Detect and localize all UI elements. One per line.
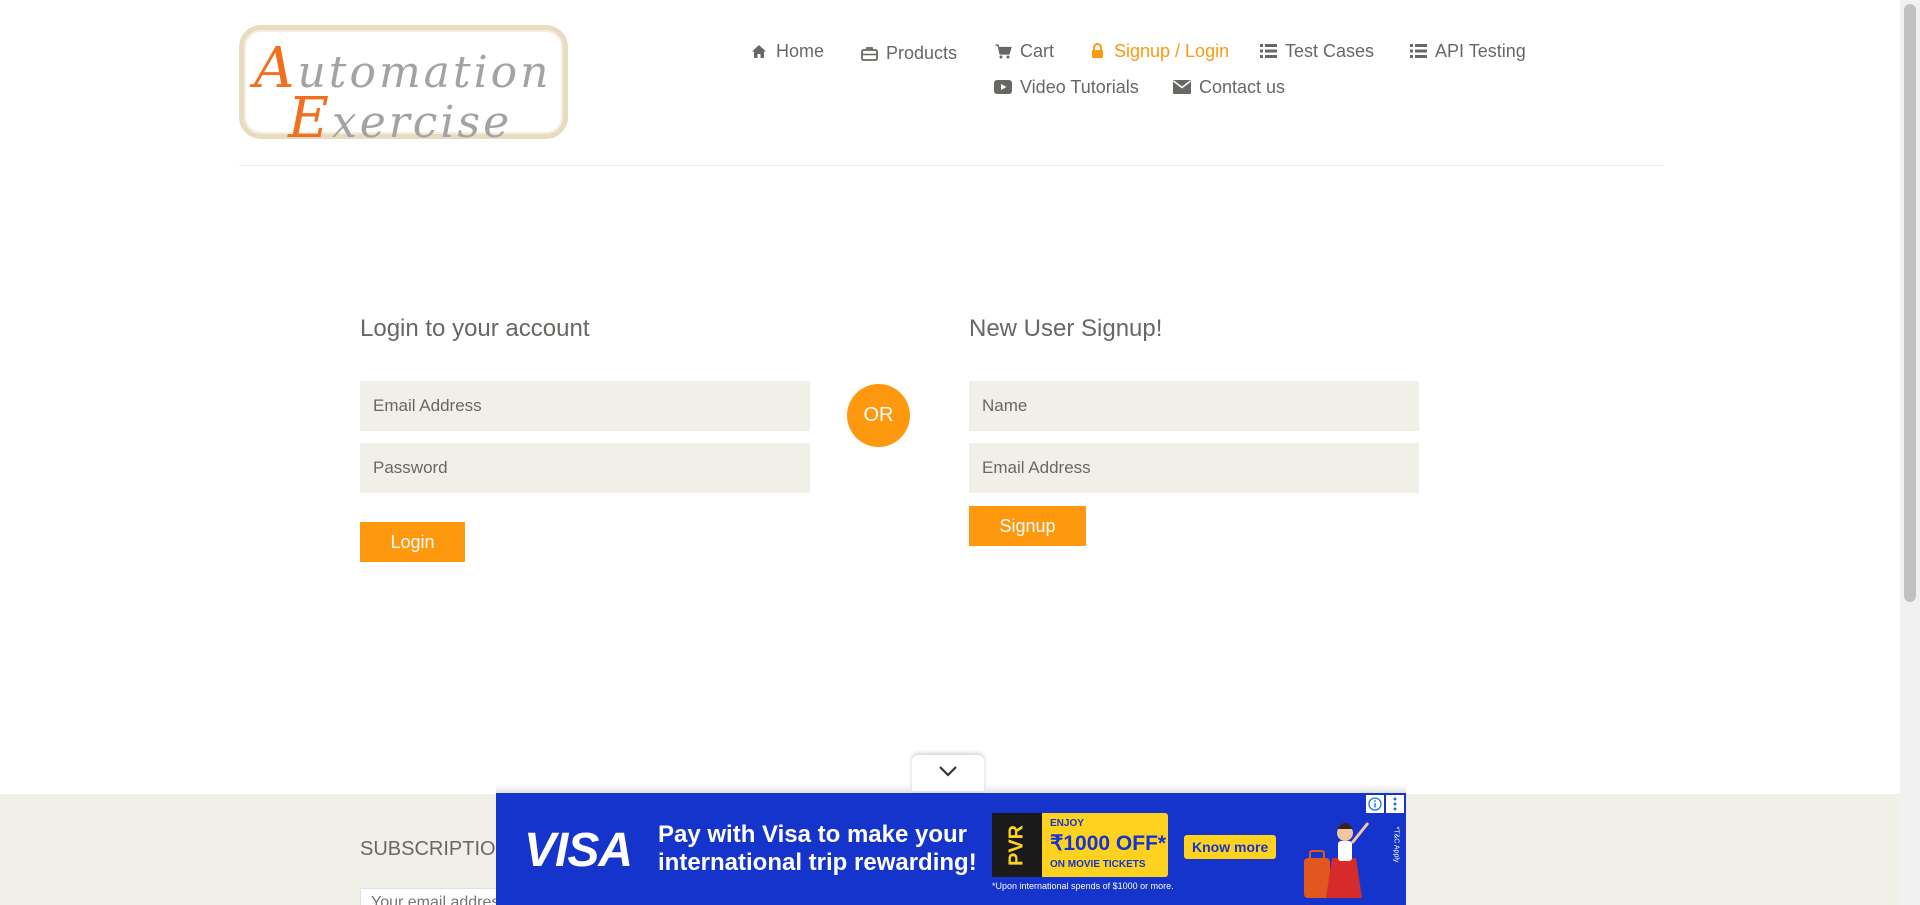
- ticket-amount: ₹1000 OFF*: [1050, 832, 1167, 855]
- nav-cart[interactable]: Cart: [994, 36, 1054, 66]
- ad-headline-line2: international trip rewarding!: [658, 849, 977, 876]
- nav-test-cases[interactable]: Test Cases: [1259, 36, 1374, 66]
- login-button[interactable]: Login: [360, 522, 465, 562]
- ad-woman-illustration: [1296, 803, 1376, 903]
- nav-signup-login[interactable]: Signup / Login: [1088, 36, 1229, 66]
- signup-title: New User Signup!: [969, 315, 1163, 342]
- or-divider: OR: [847, 384, 910, 447]
- ad-collapse-button[interactable]: [912, 755, 984, 791]
- products-icon: [860, 44, 878, 62]
- envelope-icon: [1173, 78, 1191, 96]
- visa-ad-banner[interactable]: VISA Pay with Visa to make your internat…: [496, 793, 1406, 905]
- logo-line-exercise: Exercise: [288, 86, 513, 151]
- login-title: Login to your account: [360, 315, 590, 342]
- nav-products[interactable]: Products: [860, 38, 957, 68]
- lock-icon: [1088, 42, 1106, 60]
- header-divider: [239, 165, 1664, 166]
- login-email-input[interactable]: [360, 381, 810, 431]
- pvr-ticket: PVR ENJOY ₹1000 OFF* ON MOVIE TICKETS: [992, 813, 1168, 877]
- cart-icon: [994, 42, 1012, 60]
- ticket-enjoy: ENJOY: [1050, 818, 1084, 829]
- nav-contact-us[interactable]: Contact us: [1173, 72, 1285, 102]
- subscription-title: SUBSCRIPTION: [360, 838, 511, 860]
- ad-headline-line1: Pay with Visa to make your: [658, 821, 968, 848]
- nav-home[interactable]: Home: [750, 36, 824, 66]
- know-more-button[interactable]: Know more: [1184, 835, 1277, 859]
- nav-video-tutorials-label: Video Tutorials: [1020, 76, 1139, 97]
- nav-cart-label: Cart: [1020, 40, 1055, 61]
- ad-more-options-icon[interactable]: [1386, 795, 1404, 813]
- scrollbar-thumb[interactable]: [1904, 4, 1916, 602]
- login-password-input[interactable]: [360, 443, 810, 493]
- ad-fine-print: *Upon international spends of $1000 or m…: [992, 881, 1174, 891]
- list-icon: [1409, 42, 1427, 60]
- signup-email-input[interactable]: [969, 443, 1419, 493]
- pvr-logo: PVR: [992, 813, 1042, 877]
- ad-info-icon[interactable]: [1366, 795, 1384, 813]
- visa-logo: VISA: [524, 824, 633, 877]
- page: Automation Exercise Home Products Cart S…: [0, 0, 1920, 905]
- chevron-down-icon: [938, 764, 958, 782]
- ad-tc: *T&C Apply: [1392, 826, 1400, 863]
- signup-button[interactable]: Signup: [969, 506, 1086, 546]
- nav-contact-us-label: Contact us: [1199, 76, 1286, 97]
- nav-api-testing-label: API Testing: [1435, 40, 1526, 61]
- nav-test-cases-label: Test Cases: [1285, 40, 1375, 61]
- nav-home-label: Home: [776, 40, 825, 61]
- ticket-movie: ON MOVIE TICKETS: [1050, 859, 1146, 870]
- nav-signup-login-label: Signup / Login: [1114, 40, 1230, 61]
- site-logo[interactable]: Automation Exercise: [239, 25, 568, 151]
- signup-name-input[interactable]: [969, 381, 1419, 431]
- list-icon: [1259, 42, 1277, 60]
- home-icon: [750, 42, 768, 60]
- ad-headline: Pay with Visa to make your international…: [658, 821, 977, 877]
- nav-api-testing[interactable]: API Testing: [1409, 36, 1526, 66]
- nav-products-label: Products: [886, 42, 958, 63]
- nav-video-tutorials[interactable]: Video Tutorials: [994, 72, 1139, 102]
- youtube-play-icon: [994, 78, 1012, 96]
